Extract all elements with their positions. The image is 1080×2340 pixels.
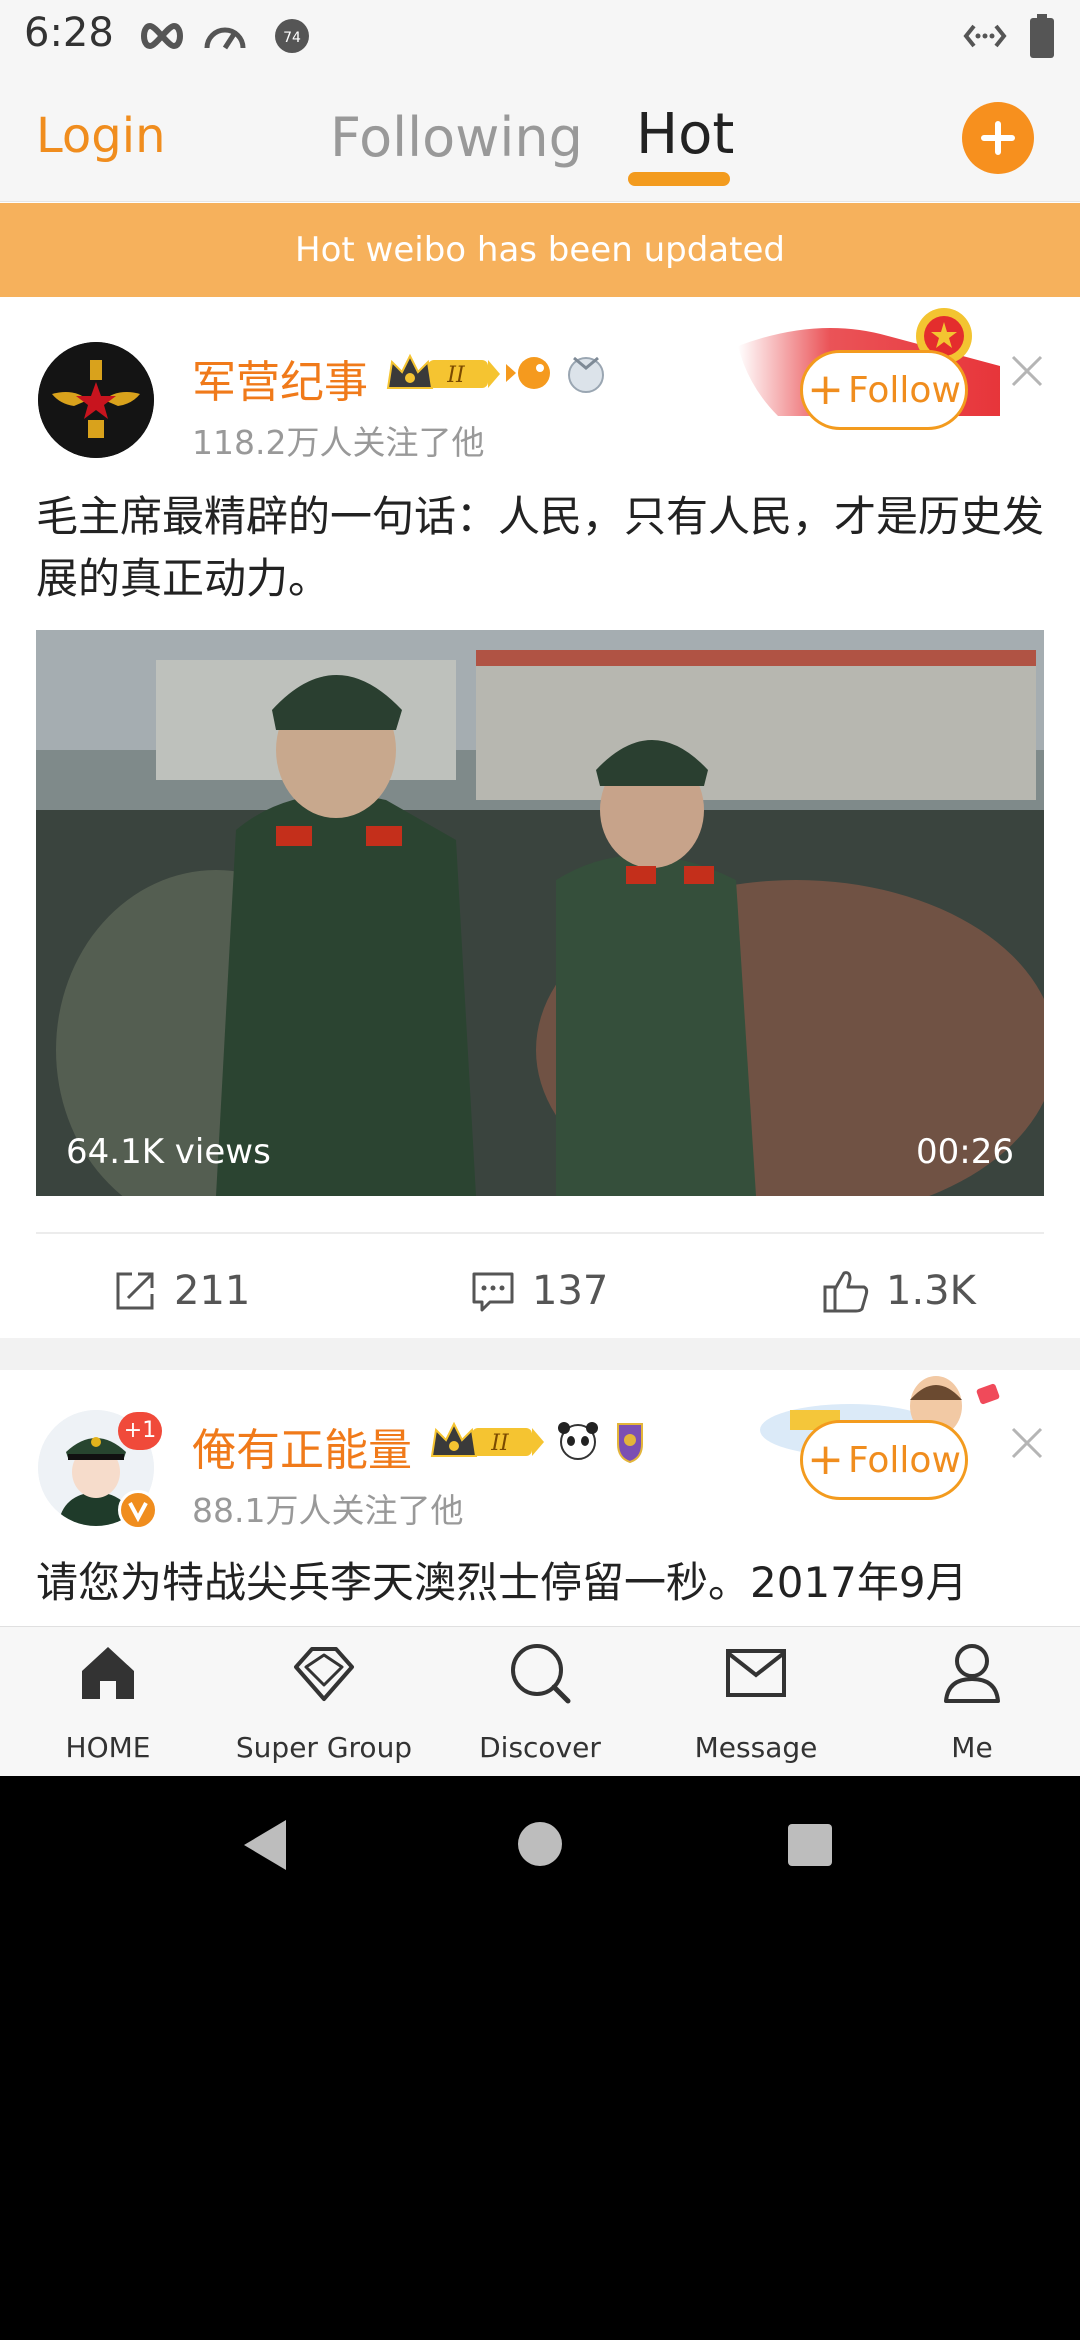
search-icon xyxy=(511,1644,571,1704)
username[interactable]: 俺有正能量 xyxy=(192,1414,412,1478)
svg-text:74: 74 xyxy=(283,30,301,46)
follow-button[interactable]: + Follow xyxy=(800,1420,968,1500)
app-screen: 6:28 74 Login Following Hot Hot weibo ha… xyxy=(0,0,1080,1776)
comment-button[interactable]: 137 xyxy=(470,1256,608,1326)
follow-label: Follow xyxy=(847,369,961,411)
battery-icon xyxy=(1030,14,1054,58)
avatar-badge: +1 xyxy=(118,1412,162,1450)
follower-count: 88.1万人关注了他 xyxy=(192,1491,464,1530)
recents-button[interactable] xyxy=(788,1824,832,1866)
post-card[interactable]: 军营纪事 II 118.2万人关注了他 + Follow 毛主席最精辟的一句话：… xyxy=(0,298,1080,1338)
panda-icon xyxy=(558,1422,598,1460)
system-navigation-bar xyxy=(0,1776,1080,1916)
post-text[interactable]: 请您为特战尖兵李天澳烈士停留一秒。2017年9月 xyxy=(36,1552,1046,1614)
video-view-count: 64.1K views xyxy=(66,1132,271,1172)
army-emblem-icon xyxy=(38,342,154,458)
pufferfish-icon xyxy=(506,357,550,389)
video-player[interactable]: 64.1K views 00:26 xyxy=(36,630,1044,1196)
notification-badge-icon: 74 xyxy=(275,19,309,53)
update-banner[interactable]: Hot weibo has been updated xyxy=(0,203,1080,297)
comment-count: 137 xyxy=(532,1268,609,1314)
video-duration: 00:26 xyxy=(916,1132,1014,1172)
tab-label: Discover xyxy=(479,1731,601,1764)
vip-crown-icon: II xyxy=(430,1421,544,1457)
tab-label: Me xyxy=(951,1731,993,1764)
tab-label: Message xyxy=(694,1731,818,1764)
back-icon[interactable] xyxy=(240,1818,290,1872)
tab-message[interactable]: Message xyxy=(648,1627,864,1776)
person-icon xyxy=(944,1644,1000,1703)
tab-super-group[interactable]: Super Group xyxy=(216,1627,432,1776)
video-thumbnail xyxy=(36,630,1044,1196)
vip-crown-icon: II xyxy=(386,353,500,389)
data-arrows-icon xyxy=(963,24,1007,48)
repost-count: 211 xyxy=(174,1268,251,1314)
shield-badge-icon xyxy=(617,1423,643,1464)
compose-button[interactable] xyxy=(962,102,1034,174)
plus-icon: + xyxy=(807,1434,844,1485)
close-icon[interactable] xyxy=(1010,354,1044,388)
tab-following[interactable]: Following xyxy=(330,106,583,169)
tab-discover[interactable]: Discover xyxy=(432,1627,648,1776)
post-actions: 211 137 1.3K xyxy=(0,1256,1080,1326)
vip-badges: II xyxy=(430,1421,643,1464)
mail-icon xyxy=(726,1649,786,1697)
like-count: 1.3K xyxy=(886,1268,976,1314)
bottom-tab-bar: HOME Super Group Discover Message Me xyxy=(0,1626,1080,1776)
comment-icon xyxy=(472,1272,514,1312)
speedometer-icon xyxy=(204,27,246,50)
avatar[interactable] xyxy=(38,342,154,458)
divider xyxy=(36,1232,1044,1234)
thumbs-up-icon xyxy=(823,1271,869,1313)
tab-home[interactable]: HOME xyxy=(0,1627,216,1776)
follow-button[interactable]: + Follow xyxy=(800,350,968,430)
svg-text:II: II xyxy=(490,1431,510,1456)
home-button[interactable] xyxy=(518,1822,562,1866)
tab-hot[interactable]: Hot xyxy=(636,102,734,167)
tab-label: HOME xyxy=(65,1731,151,1764)
active-tab-indicator xyxy=(628,172,730,186)
login-button[interactable]: Login xyxy=(36,108,166,164)
tab-me[interactable]: Me xyxy=(864,1627,1080,1776)
repost-button[interactable]: 211 xyxy=(112,1256,250,1326)
repost-icon xyxy=(116,1272,154,1310)
status-bar: 6:28 74 xyxy=(0,0,1080,72)
medal-icon xyxy=(568,356,604,393)
top-navigation: Login Following Hot xyxy=(0,72,1080,202)
follow-label: Follow xyxy=(847,1439,961,1481)
follower-count: 118.2万人关注了他 xyxy=(192,423,485,462)
post-text[interactable]: 毛主席最精辟的一句话：人民，只有人民，才是历史发展的真正动力。 xyxy=(36,486,1046,610)
svg-text:II: II xyxy=(446,363,466,388)
update-banner-text: Hot weibo has been updated xyxy=(295,230,785,270)
home-icon xyxy=(82,1647,134,1699)
username[interactable]: 军营纪事 xyxy=(192,346,368,410)
like-button[interactable]: 1.3K xyxy=(822,1256,976,1326)
status-time: 6:28 xyxy=(24,10,114,56)
close-icon[interactable] xyxy=(1010,1426,1044,1460)
tab-label: Super Group xyxy=(235,1731,413,1764)
vip-badges: II xyxy=(386,353,604,393)
post-card[interactable]: +1 俺有正能量 II 88.1万人关注了他 + Follow 请您为特战尖兵李… xyxy=(0,1370,1080,1640)
plus-icon: + xyxy=(807,364,844,415)
card-separator xyxy=(0,1338,1080,1370)
verified-icon xyxy=(118,1490,158,1530)
diamond-icon xyxy=(294,1647,354,1701)
infinity-icon xyxy=(141,22,183,50)
plus-icon xyxy=(981,121,1015,155)
